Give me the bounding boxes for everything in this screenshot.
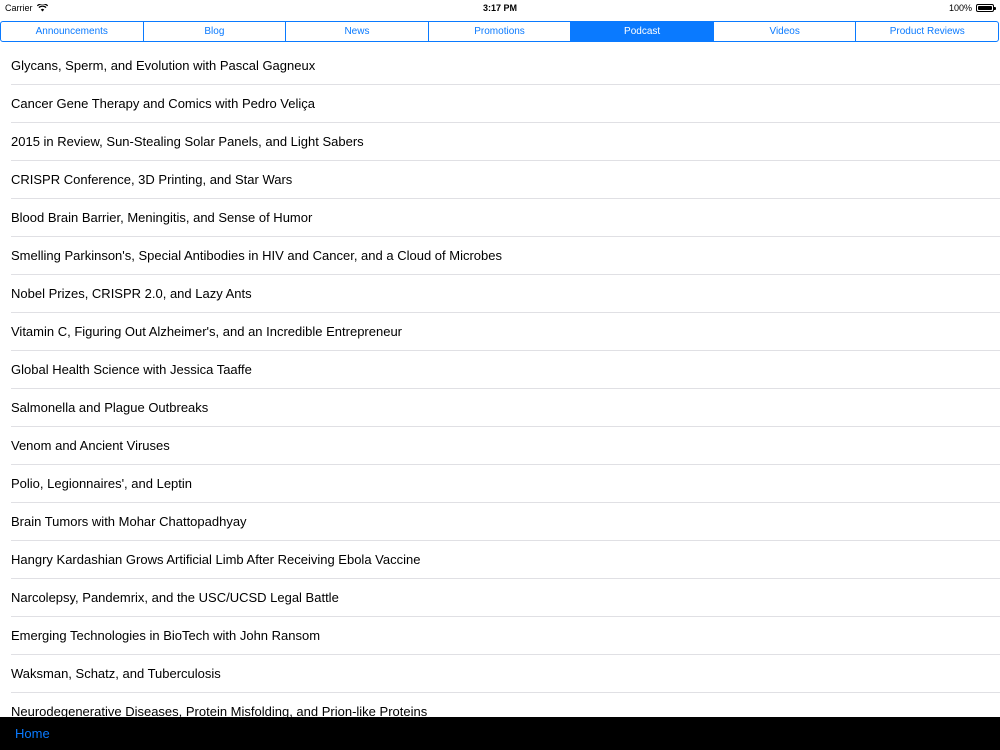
list-item[interactable]: Smelling Parkinson's, Special Antibodies…: [0, 237, 1000, 275]
list-item[interactable]: Global Health Science with Jessica Taaff…: [0, 351, 1000, 389]
list-item[interactable]: Blood Brain Barrier, Meningitis, and Sen…: [0, 199, 1000, 237]
bottom-tab-bar: Home: [0, 717, 1000, 750]
tab-news[interactable]: News: [286, 22, 429, 41]
battery-percent: 100%: [948, 3, 972, 13]
list-item[interactable]: Polio, Legionnaires', and Leptin: [0, 465, 1000, 503]
list-item[interactable]: Emerging Technologies in BioTech with Jo…: [0, 617, 1000, 655]
battery-icon: [976, 4, 996, 12]
list-item[interactable]: Brain Tumors with Mohar Chattopadhyay: [0, 503, 1000, 541]
category-segmented-control: Announcements Blog News Promotions Podcast Vi…: [0, 21, 999, 42]
tab-podcast[interactable]: Podcast: [571, 22, 714, 41]
list-item[interactable]: Waksman, Schatz, and Tuberculosis: [0, 655, 1000, 693]
tab-videos[interactable]: Videos: [714, 22, 857, 41]
list-item[interactable]: 2015 in Review, Sun-Stealing Solar Panel…: [0, 123, 1000, 161]
podcast-episode-list[interactable]: Glycans, Sperm, and Evolution with Pasca…: [0, 47, 1000, 717]
list-item[interactable]: Vitamin C, Figuring Out Alzheimer's, and…: [0, 313, 1000, 351]
status-time: 3:17 PM: [482, 3, 517, 13]
list-item[interactable]: Hangry Kardashian Grows Artificial Limb …: [0, 541, 1000, 579]
list-item[interactable]: Nobel Prizes, CRISPR 2.0, and Lazy Ants: [0, 275, 1000, 313]
list-item[interactable]: Venom and Ancient Viruses: [0, 427, 1000, 465]
tab-promotions[interactable]: Promotions: [429, 22, 572, 41]
home-button[interactable]: Home: [15, 717, 50, 750]
list-item[interactable]: Cancer Gene Therapy and Comics with Pedr…: [0, 85, 1000, 123]
status-right: 100%: [948, 0, 996, 16]
list-item[interactable]: Glycans, Sperm, and Evolution with Pasca…: [0, 47, 1000, 85]
status-bar: Carrier 3:17 PM 100%: [0, 0, 1000, 16]
tab-announcements[interactable]: Announcements: [1, 22, 144, 41]
list-item[interactable]: Salmonella and Plague Outbreaks: [0, 389, 1000, 427]
list-item[interactable]: Neurodegenerative Diseases, Protein Misf…: [0, 693, 1000, 717]
list-item[interactable]: Narcolepsy, Pandemrix, and the USC/UCSD …: [0, 579, 1000, 617]
list-item[interactable]: CRISPR Conference, 3D Printing, and Star…: [0, 161, 1000, 199]
tab-blog[interactable]: Blog: [144, 22, 287, 41]
tab-product-reviews[interactable]: Product Reviews: [856, 22, 998, 41]
